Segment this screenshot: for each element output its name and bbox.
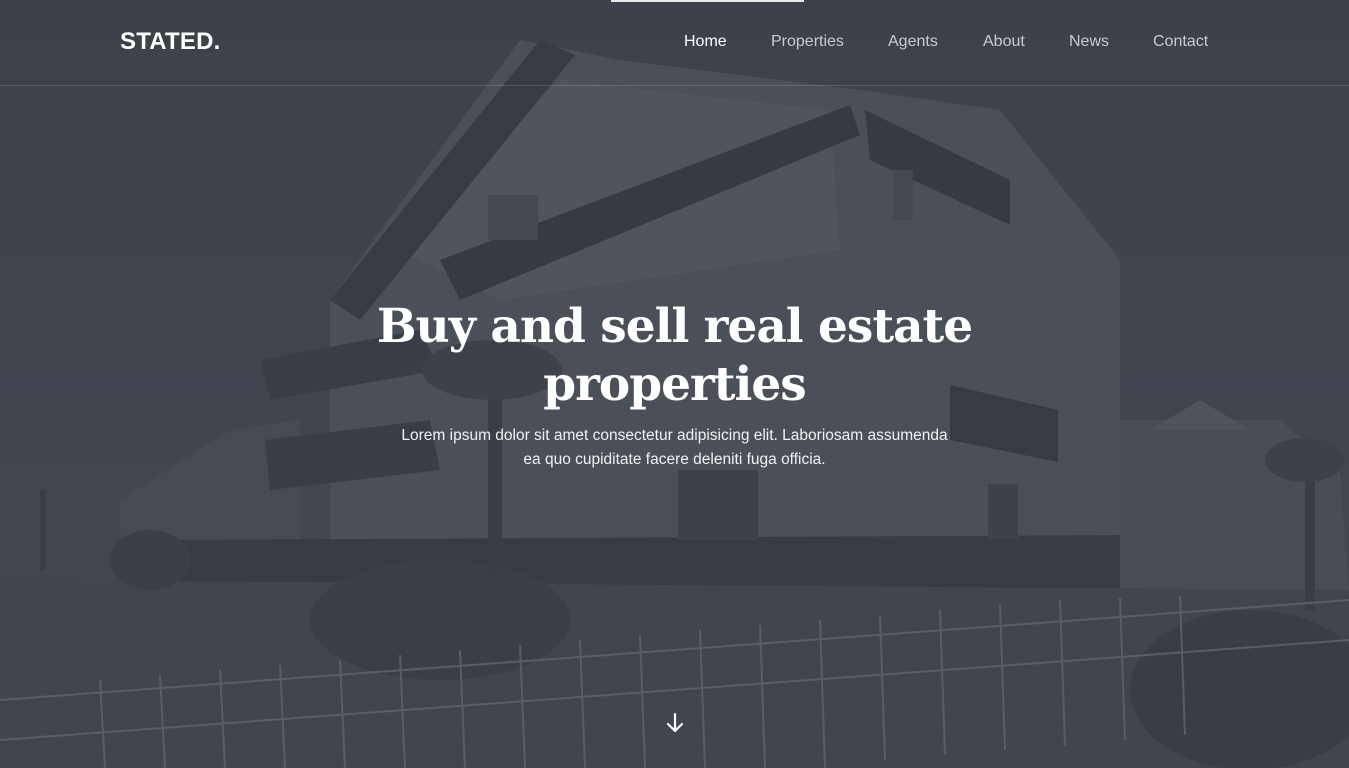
nav-item-about[interactable]: About — [983, 33, 1025, 51]
main-nav: Home Properties Agents About News Contac… — [0, 33, 1349, 53]
navbar: STATED. Home Properties Agents About New… — [0, 0, 1349, 86]
hero-headline-line2: properties — [543, 357, 806, 412]
nav-item-contact[interactable]: Contact — [1153, 33, 1208, 51]
hero-subtext: Lorem ipsum dolor sit amet consectetur a… — [401, 427, 948, 468]
nav-item-agents[interactable]: Agents — [888, 33, 938, 51]
scroll-down-button[interactable] — [662, 710, 688, 736]
nav-item-home[interactable]: Home — [684, 33, 727, 51]
nav-item-properties[interactable]: Properties — [771, 33, 844, 51]
nav-item-news[interactable]: News — [1069, 33, 1109, 51]
arrow-down-icon — [666, 712, 684, 733]
hero-headline: Buy and sell real estate properties — [300, 298, 1049, 414]
hero-headline-line1: Buy and sell real estate — [376, 299, 973, 354]
